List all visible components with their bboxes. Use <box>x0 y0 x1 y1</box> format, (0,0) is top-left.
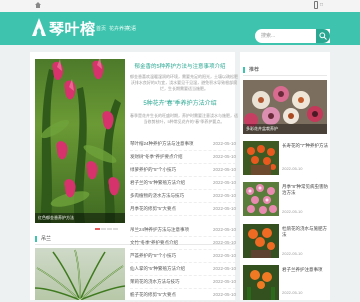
side-item-date: 2022-05-10 <box>282 166 303 171</box>
clivia-flower-thumb <box>243 265 279 300</box>
list-item[interactable]: 琴叶榕24种养护方法与注意事项 2022-05-10 <box>130 138 236 151</box>
divider <box>243 75 327 76</box>
side-thumb-1[interactable] <box>243 141 279 175</box>
list-item[interactable]: 栀子花的修剪“5”大要点 2022-05-10 <box>130 289 236 302</box>
list-item-date: 2022-05-10 <box>212 292 236 297</box>
list-item-date: 2022-05-10 <box>212 266 236 271</box>
side-thumb-2[interactable] <box>243 182 279 216</box>
list-item-date: 2022-05-10 <box>212 227 236 232</box>
article-list-2: 吊兰24种养护方法与注意事项 2022-05-10 文竹“冬季”养护要点介绍 202… <box>130 224 236 302</box>
list-item[interactable]: 吊兰24种养护方法与注意事项 2022-05-10 <box>130 224 236 237</box>
list-item-title[interactable]: 月季花的修剪“5”大要点 <box>130 203 176 215</box>
list-item-title[interactable]: 琴叶榕24种养护方法与注意事项 <box>130 138 194 150</box>
list-item[interactable]: 多肉植物的浇水方法与技巧 2022-05-10 <box>130 190 236 203</box>
list-item-title[interactable]: 发财树“冬季”养护要点介绍 <box>130 151 183 163</box>
spider-plant-image[interactable] <box>35 248 125 300</box>
site-logo-text[interactable]: 琴叶榕 <box>49 18 96 39</box>
list-item-title[interactable]: 吊兰24种养护方法与注意事项 <box>130 224 189 236</box>
side-item-date: 2022-05-10 <box>282 209 303 214</box>
list-item-date: 2022-05-10 <box>212 167 236 172</box>
side-section-heading: 推荐 <box>243 67 259 73</box>
side-thumb-3[interactable] <box>243 224 279 258</box>
list-item[interactable]: 绿萝养护的“5”个小技巧 2022-05-10 <box>130 164 236 177</box>
list-item-title[interactable]: 芦荟养护的“5”个小技巧 <box>130 250 176 262</box>
side-item-date: 2022-05-10 <box>282 290 303 295</box>
home-icon[interactable] <box>35 2 41 8</box>
pink-flower-thumb <box>243 182 279 216</box>
list-item[interactable]: 仙人掌的“6”种繁殖方法介绍 2022-05-10 <box>130 263 236 276</box>
side-item-title[interactable]: 长寿花的“7”种养护方法 <box>282 143 328 149</box>
carousel-dot[interactable] <box>95 228 100 230</box>
list-item-title[interactable]: 绿萝养护的“5”个小技巧 <box>130 164 176 176</box>
orange-flower-thumb <box>243 141 279 175</box>
list-item[interactable]: 发财树“冬季”养护要点介绍 2022-05-10 <box>130 151 236 164</box>
hero-image[interactable] <box>35 59 125 223</box>
list-item-title[interactable]: 栀子花的修剪“5”大要点 <box>130 289 176 301</box>
spider-plant-illustration <box>35 249 125 300</box>
logo-icon[interactable] <box>30 16 48 38</box>
side-item-title[interactable]: 杜鹃花的浇水与施肥方法 <box>282 226 328 238</box>
list-item-title[interactable]: 仙人掌的“6”种繁殖方法介绍 <box>130 263 185 275</box>
list-item-date: 2022-05-10 <box>212 180 236 185</box>
carousel-dot[interactable] <box>113 228 118 230</box>
nav-item-flower-language[interactable]: 花语 <box>126 25 136 32</box>
search-button[interactable] <box>316 29 330 43</box>
orange-flower-thumb <box>243 224 279 258</box>
section-heading-2: 吊兰 <box>35 236 51 242</box>
list-item-title[interactable]: 多肉植物的浇水方法与技巧 <box>130 190 184 202</box>
side-item-title[interactable]: 君子兰养护注意事项 <box>282 267 328 273</box>
list-item[interactable]: 月季花的修剪“5”大要点 2022-05-10 <box>130 203 236 216</box>
search-icon <box>319 32 327 40</box>
list-item-date: 2022-05-10 <box>212 206 236 211</box>
list-item-date: 2022-05-10 <box>212 154 236 159</box>
phone-icon[interactable] <box>314 1 318 9</box>
top-extra: □ <box>320 2 324 8</box>
list-item[interactable]: 茉莉花的浇水方法与技巧 2022-05-10 <box>130 276 236 289</box>
featured-title[interactable]: 郁金香的5种养护方法与注意事项介绍 <box>130 62 230 70</box>
carousel-dot[interactable] <box>101 228 106 230</box>
featured-desc: 郁金香喜欢温暖湿润的环境，需要充足的阳光，土壤以疏松肥沃排水良好的5为宜，浇水要… <box>130 74 238 91</box>
carousel-dot[interactable] <box>107 228 112 230</box>
side-item-title[interactable]: 月季“8”种常见病虫害防治方法 <box>282 184 328 196</box>
list-item-title[interactable]: 茉莉花的浇水方法与技巧 <box>130 276 180 288</box>
list-item-title[interactable]: 君子兰的“6”种繁殖方法介绍 <box>130 177 185 189</box>
list-item-title[interactable]: 文竹“冬季”养护要点介绍 <box>130 237 178 249</box>
list-item-date: 2022-05-10 <box>212 253 236 258</box>
list-item-date: 2022-05-10 <box>212 240 236 245</box>
site-header: 琴叶榕 首页 花卉养护 花语 搜索... <box>0 12 360 45</box>
side-feature-caption[interactable]: 多彩花卉盆栽养护 <box>243 124 327 134</box>
side-item-date: 2022-05-10 <box>282 251 303 256</box>
list-item[interactable]: 文竹“冬季”养护要点介绍 2022-05-10 <box>130 237 236 250</box>
article-list-1: 琴叶榕24种养护方法与注意事项 2022-05-10 发财树“冬季”养护要点介绍 2… <box>130 138 236 216</box>
nav-item-home[interactable]: 首页 <box>96 25 106 32</box>
list-item[interactable]: 芦荟养护的“5”个小技巧 2022-05-10 <box>130 250 236 263</box>
side-thumb-4[interactable] <box>243 265 279 300</box>
carousel-dots[interactable] <box>95 217 119 235</box>
tulip-illustration <box>40 59 121 223</box>
list-item[interactable]: 君子兰的“6”种繁殖方法介绍 2022-05-10 <box>130 177 236 190</box>
featured-title-2[interactable]: 5种花卉“春”季养护方法介绍 <box>130 98 230 107</box>
list-item-date: 2022-05-10 <box>212 279 236 284</box>
list-item-date: 2022-05-10 <box>212 193 236 198</box>
list-item-date: 2022-05-10 <box>212 141 236 146</box>
featured-desc-2: 春季是花卉生长的旺盛时期，养护时需要注意浇水与施肥，适当修剪枝叶，5种常见花卉的… <box>130 113 238 124</box>
